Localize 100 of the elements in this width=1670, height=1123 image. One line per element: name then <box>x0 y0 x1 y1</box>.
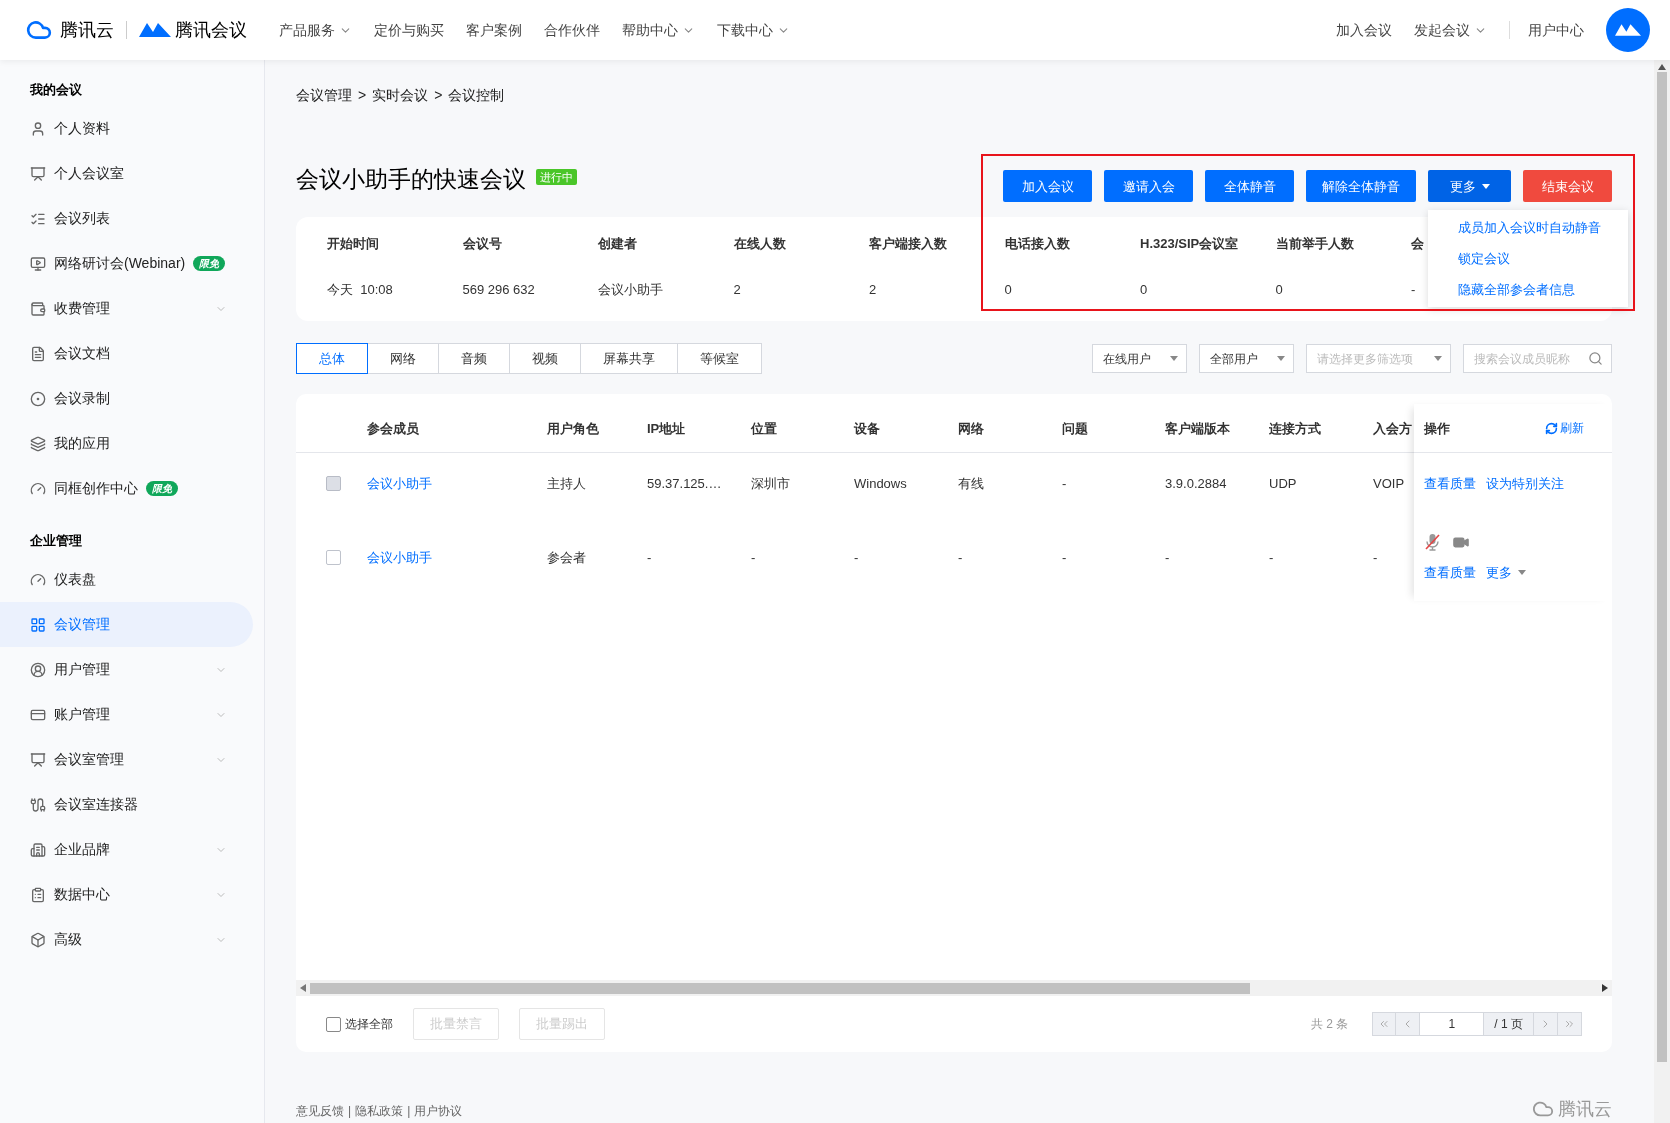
sidebar-item-label: 个人会议室 <box>54 164 124 183</box>
nav-link[interactable]: 用户中心 <box>1528 19 1584 41</box>
nav-link[interactable]: 发起会议 <box>1414 19 1487 41</box>
search-field[interactable]: 搜索会议成员昵称 <box>1463 344 1612 374</box>
tab[interactable]: 视频 <box>509 343 581 375</box>
nav-menu-item[interactable]: 定价与购买 <box>374 19 444 41</box>
user-circle-icon <box>30 661 46 678</box>
action-button[interactable]: 邀请入会 <box>1104 170 1193 203</box>
column-header: 问题 <box>1062 419 1089 438</box>
table-cell-text: - <box>751 549 757 568</box>
filter-select[interactable]: 在线用户 <box>1092 344 1187 374</box>
microphone-muted-icon[interactable] <box>1424 533 1441 552</box>
footer-separator: | <box>407 1103 411 1120</box>
sidebar-item[interactable]: 我的应用 <box>0 421 253 466</box>
info-label: 会议号 <box>462 235 502 254</box>
tab[interactable]: 音频 <box>438 343 510 375</box>
info-label: 当前举手人数 <box>1275 235 1354 254</box>
column-header: IP地址 <box>647 419 687 438</box>
footer-link[interactable]: 意见反馈 <box>296 1102 344 1120</box>
action-link[interactable]: 查看质量 <box>1424 563 1476 583</box>
scroll-left-arrow-icon[interactable] <box>300 984 306 992</box>
sidebar-item[interactable]: 会议室连接器 <box>0 782 253 827</box>
nav-menu-item[interactable]: 帮助中心 <box>622 19 695 41</box>
sidebar-section-title: 企业管理 <box>29 532 83 550</box>
search-input[interactable]: 搜索会议成员昵称 <box>1474 349 1588 368</box>
footer-link[interactable]: 用户协议 <box>414 1102 463 1120</box>
last-page-icon[interactable] <box>1558 1012 1582 1036</box>
nav-menu-item[interactable]: 客户案例 <box>466 19 522 41</box>
scroll-right-arrow-icon[interactable] <box>1602 984 1608 992</box>
info-label: 在线人数 <box>733 235 786 254</box>
info-label: 电话接入数 <box>1004 235 1070 254</box>
menu-item[interactable]: 锁定会议 <box>1428 243 1628 275</box>
footer-link[interactable]: 隐私政策 <box>355 1102 404 1120</box>
sidebar-item[interactable]: 收费管理 <box>0 286 253 331</box>
breadcrumb-link[interactable]: 实时会议 <box>372 85 429 107</box>
table-cell-text: - <box>854 549 860 568</box>
brand-name: 腾讯云 <box>60 18 114 42</box>
nav-link[interactable]: 加入会议 <box>1336 19 1392 41</box>
sidebar-item[interactable]: 会议文档 <box>0 331 253 376</box>
member-link[interactable]: 会议小助手 <box>367 548 547 568</box>
more-link[interactable]: 更多 <box>1486 563 1526 583</box>
table-cell-text: 3.9.0.2884 <box>1165 475 1228 494</box>
board-icon <box>30 165 46 182</box>
table-cell-text: - <box>958 549 964 568</box>
info-value: 2 <box>869 281 877 300</box>
sidebar-item-label: 会议室连接器 <box>54 795 138 814</box>
sidebar-item-label: 会议录制 <box>54 389 110 408</box>
caret-icon <box>1481 183 1490 189</box>
filter-select[interactable]: 全部用户 <box>1199 344 1294 374</box>
sidebar-item[interactable]: 会议管理 <box>0 602 253 647</box>
sidebar-item[interactable]: 高级 <box>0 917 253 962</box>
sidebar-item[interactable]: 会议列表 <box>0 196 253 241</box>
nav-menu-item[interactable]: 下载中心 <box>717 19 790 41</box>
table-cell-text: 深圳市 <box>751 475 791 494</box>
sidebar-item[interactable]: 个人会议室 <box>0 151 253 196</box>
tab[interactable]: 总体 <box>296 343 368 375</box>
tab[interactable]: 网络 <box>367 343 439 375</box>
sidebar-item-label: 会议文档 <box>54 344 110 363</box>
sidebar-item[interactable]: 个人资料 <box>0 106 253 151</box>
user-avatar[interactable] <box>1606 8 1650 52</box>
sidebar-item[interactable]: 用户管理 <box>0 647 253 692</box>
next-page-icon[interactable] <box>1534 1012 1558 1036</box>
action-button[interactable]: 加入会议 <box>1003 170 1092 203</box>
sidebar-item[interactable]: 账户管理 <box>0 692 253 737</box>
sidebar-item[interactable]: 会议室管理 <box>0 737 253 782</box>
refresh-button[interactable]: 刷新 <box>1545 419 1584 438</box>
tab[interactable]: 屏幕共享 <box>580 343 678 375</box>
sidebar-item[interactable]: 同框创作中心 限免 <box>0 466 253 511</box>
action-button[interactable]: 解除全体静音 <box>1306 170 1416 203</box>
column-header: 参会成员 <box>367 419 420 438</box>
menu-item[interactable]: 隐藏全部参会者信息 <box>1428 274 1628 306</box>
sidebar-item[interactable]: 数据中心 <box>0 872 253 917</box>
sidebar-item[interactable]: 网络研讨会(Webinar) 限免 <box>0 241 253 286</box>
menu-item[interactable]: 成员加入会议时自动静音 <box>1428 212 1628 244</box>
breadcrumb-link[interactable]: 会议控制 <box>448 85 505 107</box>
previous-page-icon[interactable] <box>1396 1012 1421 1036</box>
horizontal-scrollbar[interactable] <box>296 980 1612 996</box>
breadcrumb-link[interactable]: 会议管理 <box>296 85 352 107</box>
column-header: 设备 <box>854 419 881 438</box>
refresh-icon <box>1545 421 1558 435</box>
first-page-icon[interactable] <box>1372 1012 1397 1036</box>
sidebar-item[interactable]: 会议录制 <box>0 376 253 421</box>
total-count: 共 2 条 <box>1310 1016 1349 1033</box>
sidebar-item[interactable]: 仪表盘 <box>0 557 253 602</box>
column-header: 连接方式 <box>1269 419 1322 438</box>
action-button[interactable]: 全体静音 <box>1205 170 1294 203</box>
select-all-checkbox[interactable]: 选择全部 <box>326 1015 393 1033</box>
nav-menu-item[interactable]: 合作伙伴 <box>544 19 600 41</box>
page-input[interactable]: 1 <box>1420 1012 1485 1036</box>
sidebar-item[interactable]: 企业品牌 <box>0 827 253 872</box>
nav-menu-item[interactable]: 产品服务 <box>279 19 352 41</box>
breadcrumb-separator: > <box>434 86 443 106</box>
scroll-up-arrow-icon[interactable] <box>1658 64 1666 70</box>
more-button[interactable]: 更多 <box>1428 170 1511 203</box>
end-meeting-button[interactable]: 结束会议 <box>1523 170 1612 203</box>
checkbox[interactable] <box>326 550 341 566</box>
sidebar-item-label: 账户管理 <box>54 705 110 724</box>
tab[interactable]: 等候室 <box>677 343 762 375</box>
info-value: 569 296 632 <box>462 281 535 300</box>
vertical-scrollbar[interactable] <box>1654 60 1670 1123</box>
